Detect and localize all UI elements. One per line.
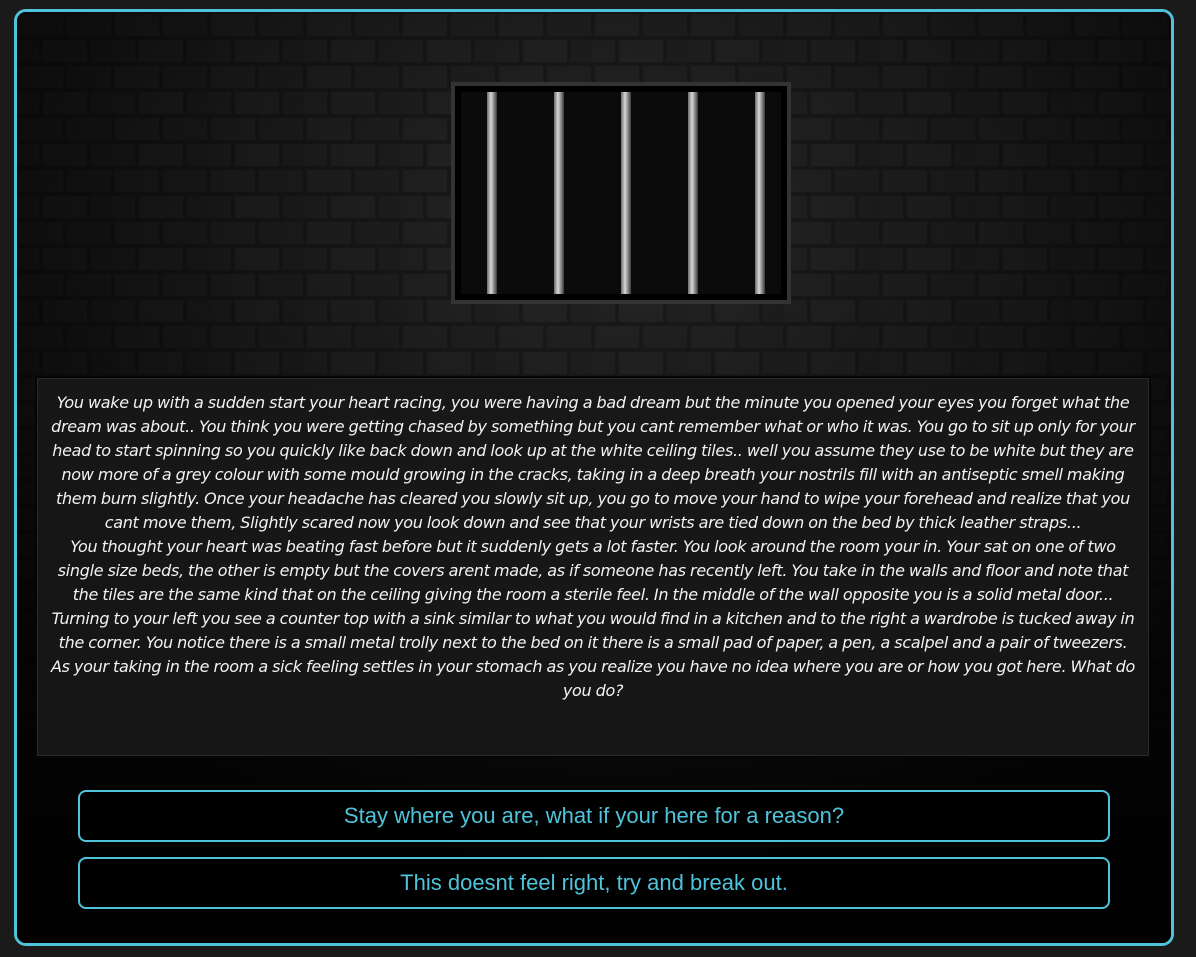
game-frame: You wake up with a sudden start your hea… bbox=[14, 9, 1174, 946]
story-paragraph: Turning to your left you see a counter t… bbox=[50, 609, 1136, 700]
story-paragraph: You thought your heart was beating fast … bbox=[57, 537, 1129, 604]
choice-button-stay[interactable]: Stay where you are, what if your here fo… bbox=[78, 790, 1110, 842]
choice-button-break-out[interactable]: This doesnt feel right, try and break ou… bbox=[78, 857, 1110, 909]
story-text-panel: You wake up with a sudden start your hea… bbox=[35, 376, 1151, 758]
story-paragraph: You wake up with a sudden start your hea… bbox=[51, 393, 1135, 532]
